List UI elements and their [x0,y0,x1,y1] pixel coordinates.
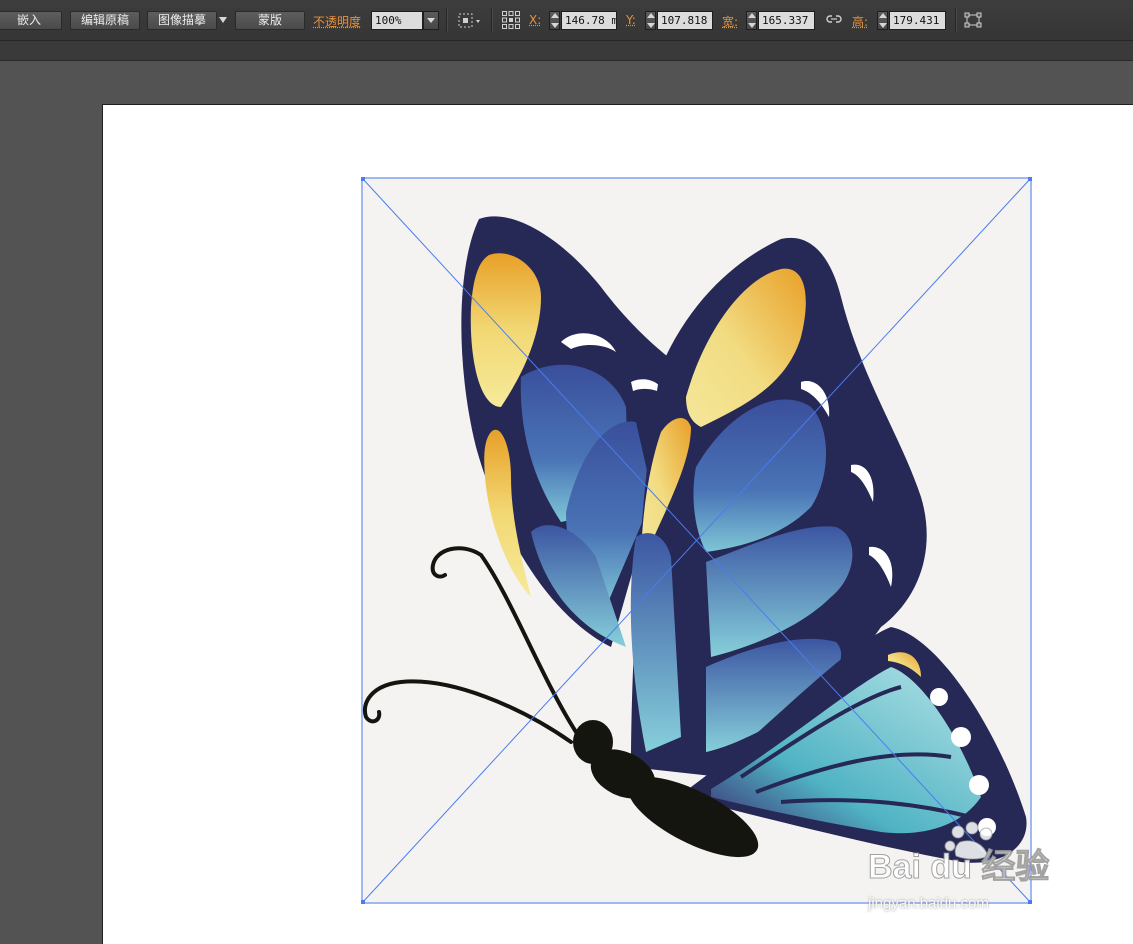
x-stepper[interactable] [549,11,560,30]
y-input[interactable]: 107.818 mm [657,11,713,30]
separator [491,8,492,32]
watermark-url: jingyan.baidu.com [868,895,989,912]
width-input[interactable]: 165.337 mm [758,11,815,30]
opacity-label[interactable]: 不透明度 [313,13,361,30]
document-tab-strip [0,41,1133,61]
opacity-input[interactable]: 100% [371,11,423,30]
control-bar: 嵌入 编辑原稿 图像描摹 蒙版 不透明度 100% X: 146.78 mm Y… [0,0,1133,41]
watermark-brand-text: Bai du 经验 [868,847,1049,886]
reference-point-icon[interactable] [501,10,521,30]
height-stepper[interactable] [877,11,888,30]
width-stepper[interactable] [746,11,757,30]
width-label: 宽: [722,13,738,30]
x-label: X: [529,13,541,27]
separator [955,8,956,32]
constrain-proportions-icon[interactable] [826,12,842,28]
separator [446,8,447,32]
transform-icon[interactable] [964,12,982,28]
embed-button[interactable]: 嵌入 [0,11,62,30]
y-label: Y: [626,13,636,27]
y-stepper[interactable] [645,11,656,30]
edit-original-button[interactable]: 编辑原稿 [70,11,140,30]
image-trace-dropdown-icon[interactable] [219,17,227,23]
height-input[interactable]: 179.431 mm [889,11,946,30]
x-input[interactable]: 146.78 mm [561,11,617,30]
opacity-dropdown-icon[interactable] [423,11,439,30]
image-trace-button[interactable]: 图像描摹 [147,11,217,30]
placed-image-butterfly[interactable] [361,177,1032,904]
height-label: 高: [852,13,868,30]
mask-button[interactable]: 蒙版 [235,11,305,30]
align-to-selection-icon[interactable] [457,11,485,31]
